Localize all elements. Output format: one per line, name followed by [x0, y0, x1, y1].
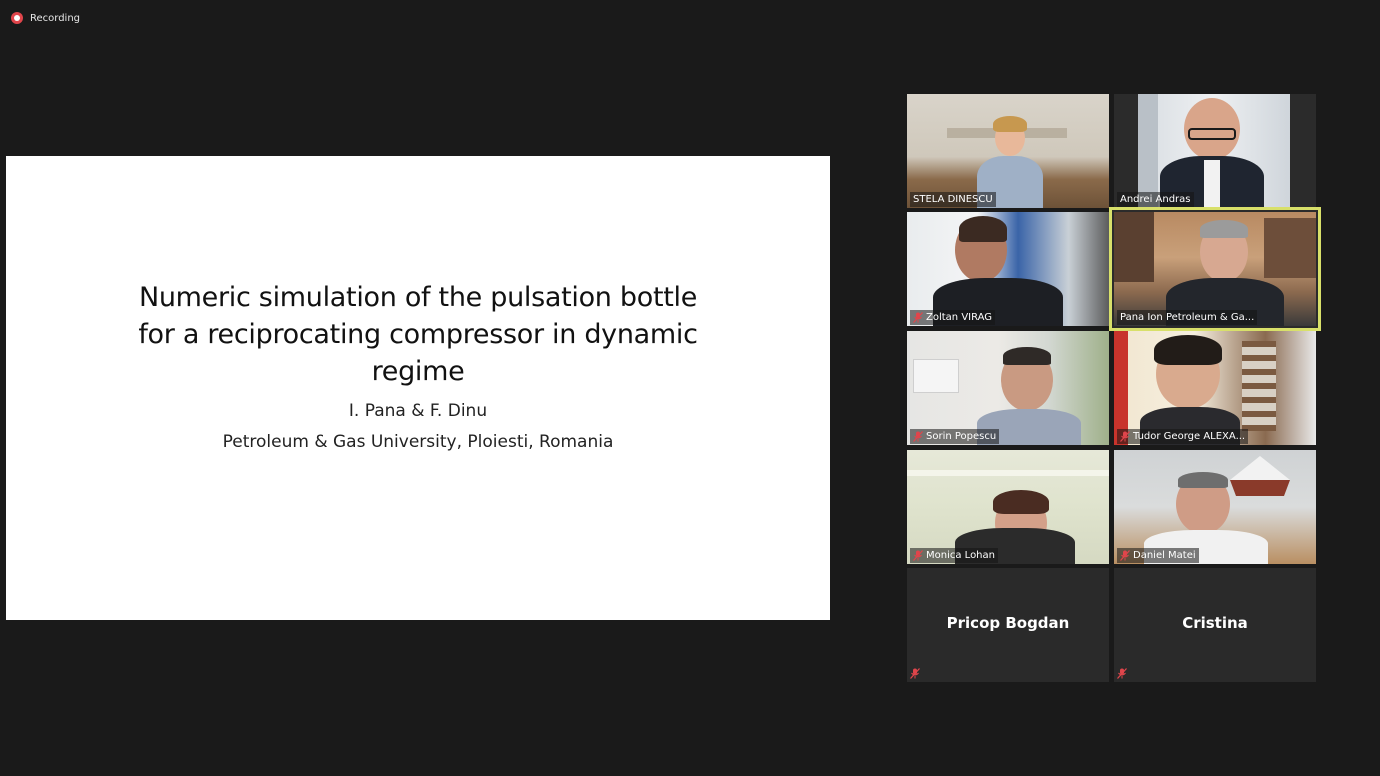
participant-tile-no-video[interactable]: Pricop Bogdan: [907, 568, 1109, 682]
video-feed: [907, 94, 1109, 208]
slide-title-line: for a reciprocating compressor in dynami…: [138, 319, 698, 350]
muted-mic-icon: [910, 668, 920, 679]
video-feed: [1114, 450, 1316, 564]
participant-name-tag: Pana Ion Petroleum & Ga...: [1117, 310, 1258, 325]
participant-name: Tudor George ALEXA...: [1133, 431, 1246, 442]
video-feed: [907, 212, 1109, 326]
participant-name: Pricop Bogdan: [946, 614, 1070, 632]
muted-mic-icon: [913, 431, 923, 442]
participant-tile[interactable]: Zoltan VIRAG: [907, 212, 1109, 326]
participant-tile[interactable]: STELA DINESCU: [907, 94, 1109, 208]
participant-name-tag: Tudor George ALEXA...: [1117, 429, 1249, 444]
participant-name: Daniel Matei: [1133, 550, 1196, 561]
participant-tile[interactable]: Sorin Popescu: [907, 331, 1109, 445]
video-feed: [907, 331, 1109, 445]
shared-screen-slide: Numeric simulation of the pulsation bott…: [6, 156, 830, 620]
participant-tile[interactable]: Monica Lohan: [907, 450, 1109, 564]
participant-name: Sorin Popescu: [926, 431, 997, 442]
participant-name: Andrei Andras: [1120, 194, 1191, 205]
muted-mic-icon: [1120, 431, 1130, 442]
participant-name-tag: Sorin Popescu: [910, 429, 1000, 444]
participant-name: Cristina: [1182, 614, 1248, 632]
slide-title-line: Numeric simulation of the pulsation bott…: [138, 282, 698, 313]
slide-title-line: regime: [371, 356, 465, 387]
participant-name: STELA DINESCU: [913, 194, 993, 205]
participant-name: Monica Lohan: [926, 550, 995, 561]
participant-name-tag: Andrei Andras: [1117, 192, 1194, 207]
recording-indicator[interactable]: Recording: [11, 10, 80, 26]
muted-mic-icon: [1120, 550, 1130, 561]
participant-name: Pana Ion Petroleum & Ga...: [1120, 312, 1255, 323]
participant-name-tag: STELA DINESCU: [910, 192, 996, 207]
muted-mic-icon: [913, 550, 923, 561]
muted-mic-icon: [913, 312, 923, 323]
participant-name-tag: Monica Lohan: [910, 548, 998, 563]
video-feed: [1114, 212, 1316, 326]
participant-tile[interactable]: Andrei Andras: [1114, 94, 1316, 208]
participant-tile[interactable]: Daniel Matei: [1114, 450, 1316, 564]
video-feed: [1114, 94, 1316, 208]
recording-icon: [11, 12, 23, 24]
video-feed: [907, 450, 1109, 564]
participant-tile-active-speaker[interactable]: Pana Ion Petroleum & Ga...: [1109, 207, 1321, 331]
muted-mic-icon: [1117, 668, 1127, 679]
participant-name-tag: Daniel Matei: [1117, 548, 1199, 563]
participant-tile[interactable]: Tudor George ALEXA...: [1114, 331, 1316, 445]
participant-tile-no-video[interactable]: Cristina: [1114, 568, 1316, 682]
recording-label: Recording: [30, 12, 81, 24]
slide-authors: I. Pana & F. Dinu: [348, 401, 488, 421]
slide-title: Numeric simulation of the pulsation bott…: [6, 279, 830, 390]
participant-name-tag: Zoltan VIRAG: [910, 310, 996, 325]
participant-name: Zoltan VIRAG: [926, 312, 993, 323]
slide-affiliation: Petroleum & Gas University, Ploiesti, Ro…: [222, 432, 614, 452]
video-feed: [1114, 331, 1316, 445]
